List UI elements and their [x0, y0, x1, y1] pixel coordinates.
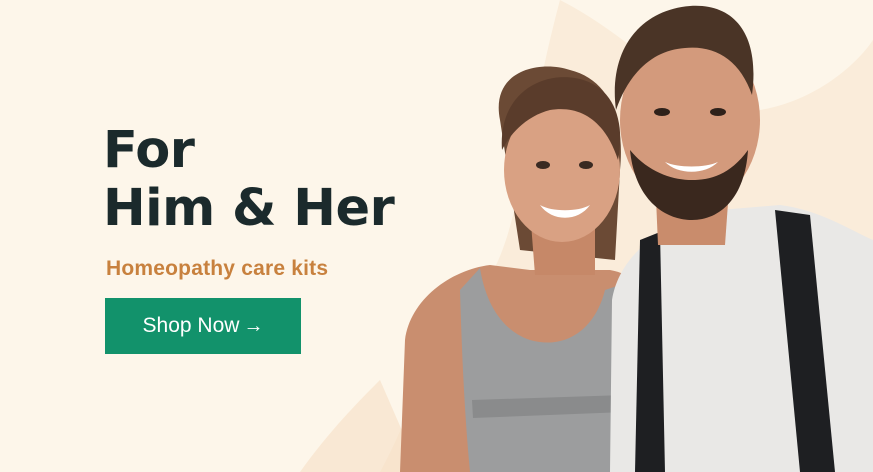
couple-photo: [400, 5, 873, 472]
arrow-right-icon: →: [243, 314, 264, 337]
headline-line-1: For: [103, 121, 195, 180]
subtitle: Homeopathy care kits: [106, 257, 329, 280]
headline-line-2: Him & Her: [103, 179, 395, 238]
headline: For Him & Her: [103, 121, 395, 238]
shop-now-label: Shop Now: [142, 314, 240, 337]
shop-now-button[interactable]: Shop Now →: [105, 298, 301, 354]
hero-banner: For Him & Her Homeopathy care kits Shop …: [0, 0, 873, 472]
man-figure: [610, 5, 873, 472]
